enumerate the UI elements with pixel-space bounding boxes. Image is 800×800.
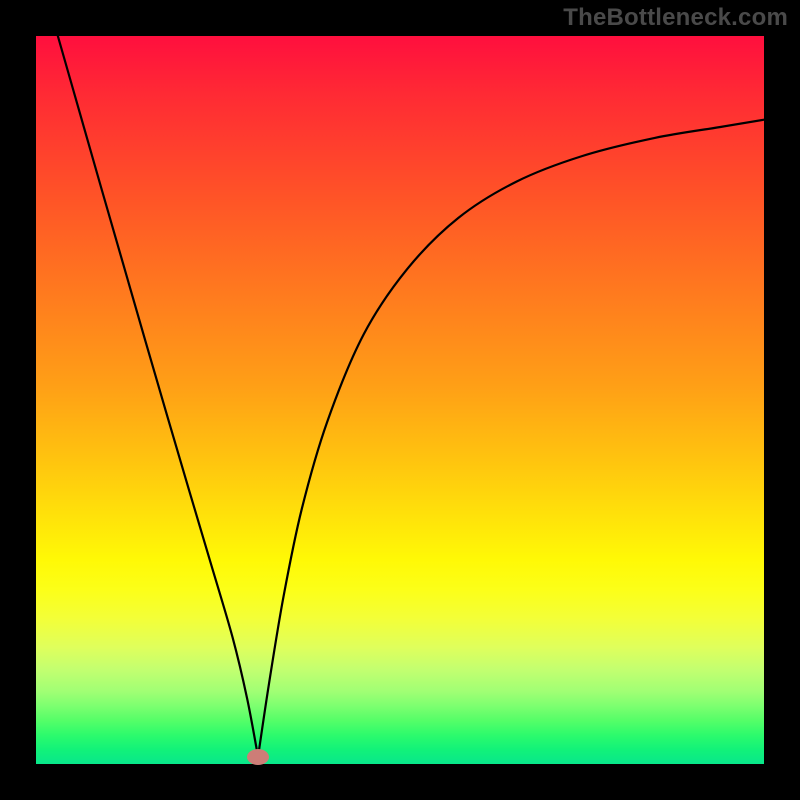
- bottleneck-curve: [36, 36, 764, 764]
- attribution-text: TheBottleneck.com: [563, 4, 788, 32]
- chart-frame: TheBottleneck.com: [0, 0, 800, 800]
- plot-area: [36, 36, 764, 764]
